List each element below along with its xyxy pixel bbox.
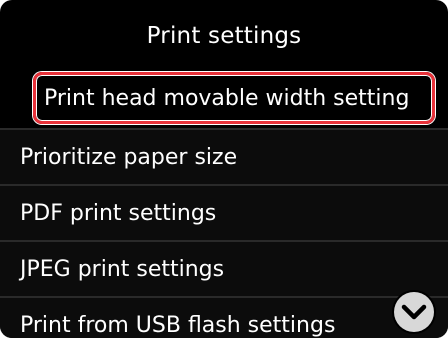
printer-lcd-screen: Print settings Print head movable width … xyxy=(0,0,448,338)
menu-item-label: PDF print settings xyxy=(20,200,217,226)
scroll-down-button[interactable] xyxy=(394,292,434,332)
menu-item-jpeg-print-settings[interactable]: JPEG print settings xyxy=(0,242,448,296)
settings-menu: Print head movable width setting Priorit… xyxy=(0,72,448,338)
menu-item-label: JPEG print settings xyxy=(20,256,225,282)
menu-item-print-head-movable-width[interactable]: Print head movable width setting xyxy=(35,74,433,122)
menu-item-label: Print from USB flash settings xyxy=(20,312,336,338)
menu-item-label: Print head movable width setting xyxy=(44,85,410,111)
menu-item-label: Prioritize paper size xyxy=(20,144,238,170)
menu-item-pdf-print-settings[interactable]: PDF print settings xyxy=(0,186,448,240)
menu-item-print-from-usb-flash-settings[interactable]: Print from USB flash settings xyxy=(0,298,448,338)
menu-item-prioritize-paper-size[interactable]: Prioritize paper size xyxy=(0,130,448,184)
chevron-down-icon xyxy=(401,304,427,320)
page-title: Print settings xyxy=(146,23,302,49)
title-bar: Print settings xyxy=(0,0,448,72)
